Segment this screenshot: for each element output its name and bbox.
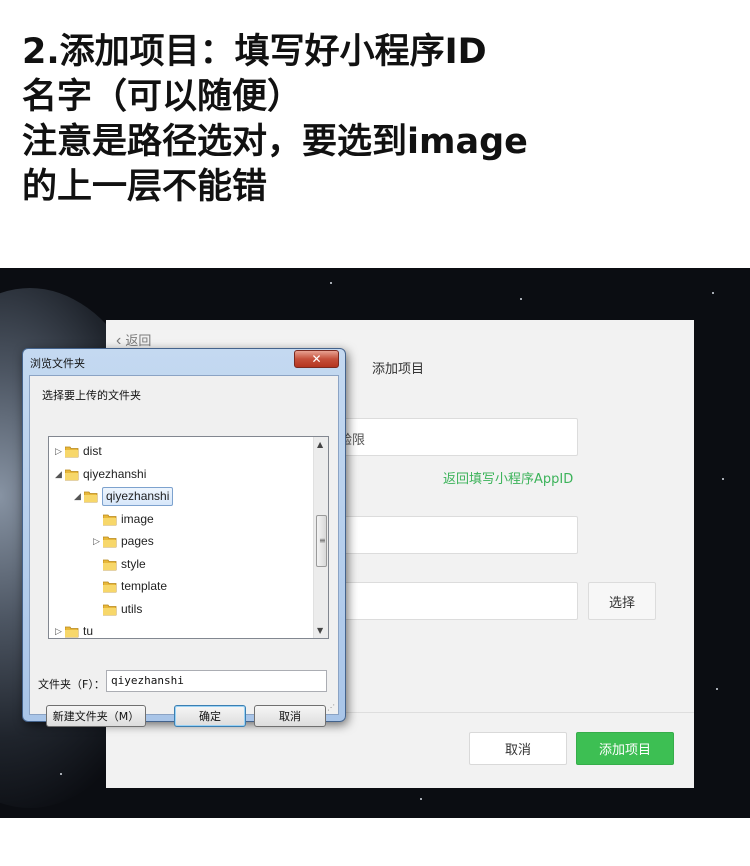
instruction-line-1: 2.添加项目：填写好小程序ID [22, 32, 487, 72]
folder-icon [102, 558, 117, 571]
star [712, 292, 714, 294]
instruction-text: 2.添加项目：填写好小程序ID 名字（可以随便） 注意是路径选对，要选到imag… [22, 30, 742, 210]
chevron-left-icon: ‹ [116, 332, 122, 349]
back-label: 返回 [125, 333, 152, 348]
tree-item-label: qiyezhanshi [102, 487, 174, 506]
back-link[interactable]: ‹ 返回 [116, 330, 151, 350]
folder-icon [64, 468, 79, 481]
expand-toggle-icon[interactable]: ▷ [93, 536, 100, 547]
tree-item[interactable]: style [49, 554, 311, 576]
tree-item-label: template [121, 579, 168, 593]
folder-tree: ▷ dist ◢ qiyezhanshi ◢ qiyezhanshi image ▷ pages… [48, 436, 329, 639]
expand-toggle-icon[interactable]: ◢ [74, 491, 81, 502]
star [330, 282, 332, 284]
tree-item[interactable]: ▷ dist [49, 441, 311, 463]
tree-item[interactable]: ▷ pages [49, 531, 311, 553]
expand-toggle-icon[interactable]: ◢ [55, 469, 62, 480]
dialog-prompt: 选择要上传的文件夹 [42, 389, 141, 402]
resize-grip-icon[interactable]: ⋰ [327, 703, 335, 712]
expand-toggle-icon[interactable]: ▷ [55, 626, 62, 637]
tree-item[interactable]: utils [49, 599, 311, 621]
dialog-body: 选择要上传的文件夹 ▷ dist ◢ qiyezhanshi ◢ qiyezhanshi i… [29, 375, 339, 727]
tree-item-label: style [121, 556, 146, 571]
dialog-title: 浏览文件夹 [30, 357, 85, 370]
browse-folder-dialog: 浏览文件夹 ✕ 选择要上传的文件夹 ▷ dist ◢ qiyezhanshi ◢ qiye… [22, 348, 346, 727]
expand-toggle-icon[interactable]: ▷ [55, 446, 62, 457]
folder-icon [64, 445, 79, 458]
star [722, 478, 724, 480]
tree-item-label: dist [83, 444, 102, 458]
tree-item[interactable]: ◢ qiyezhanshi [49, 464, 311, 486]
scroll-thumb[interactable]: ≡ [316, 515, 327, 567]
project-directory-field[interactable] [334, 582, 578, 620]
star [60, 773, 62, 775]
star [520, 298, 522, 300]
choose-directory-button[interactable]: 选择 [588, 582, 656, 620]
instruction-line-3: 注意是路径选对，要选到image [22, 122, 528, 162]
tree-item[interactable]: ▷ tu [49, 621, 311, 638]
appid-link[interactable]: 返回填写小程序AppID [443, 468, 573, 487]
dialog-cancel-button[interactable]: 取消 [254, 705, 326, 727]
scroll-down-icon[interactable]: ▼ [317, 626, 323, 635]
folder-icon [64, 625, 79, 638]
tree-item-label: pages [121, 534, 154, 548]
tree-item[interactable]: ◢ qiyezhanshi [49, 486, 311, 508]
tree-item-label: utils [121, 601, 143, 616]
star [420, 798, 422, 800]
tree-item-label: qiyezhanshi [83, 466, 147, 481]
screenshot-area: ‹ 返回 添加项目 验限 返回填写小程序AppID 选择 取消 添加项目 浏览文件… [0, 268, 750, 818]
folder-label: 文件夹（F）： [38, 678, 105, 691]
appid-field[interactable]: 验限 [334, 418, 578, 456]
project-name-field[interactable] [334, 516, 578, 554]
folder-icon [102, 603, 117, 616]
folder-icon [102, 513, 117, 526]
instruction-line-4: 的上一层不能错 [22, 167, 268, 207]
tree-item-label: tu [83, 624, 94, 638]
folder-input[interactable]: qiyezhanshi [106, 670, 327, 692]
star [716, 688, 718, 690]
ok-button[interactable]: 确定 [174, 705, 246, 727]
panel-title: 添加项目 [372, 362, 425, 377]
folder-icon [83, 490, 98, 503]
new-folder-button[interactable]: 新建文件夹（M） [46, 705, 146, 727]
add-project-button[interactable]: 添加项目 [576, 732, 674, 765]
tree-item-label: image [121, 511, 154, 526]
close-icon[interactable]: ✕ [294, 350, 339, 368]
folder-icon [102, 580, 117, 593]
grip-icon: ≡ [319, 536, 326, 545]
folder-icon [102, 535, 117, 548]
instruction-line-2: 名字（可以随便） [22, 77, 303, 117]
scroll-up-icon[interactable]: ▲ [317, 440, 323, 449]
tree-item[interactable]: image [49, 509, 311, 531]
tree-scrollbar[interactable]: ▲ ≡ ▼ [313, 437, 328, 638]
cancel-button[interactable]: 取消 [469, 732, 567, 765]
tree-item[interactable]: template [49, 576, 311, 598]
